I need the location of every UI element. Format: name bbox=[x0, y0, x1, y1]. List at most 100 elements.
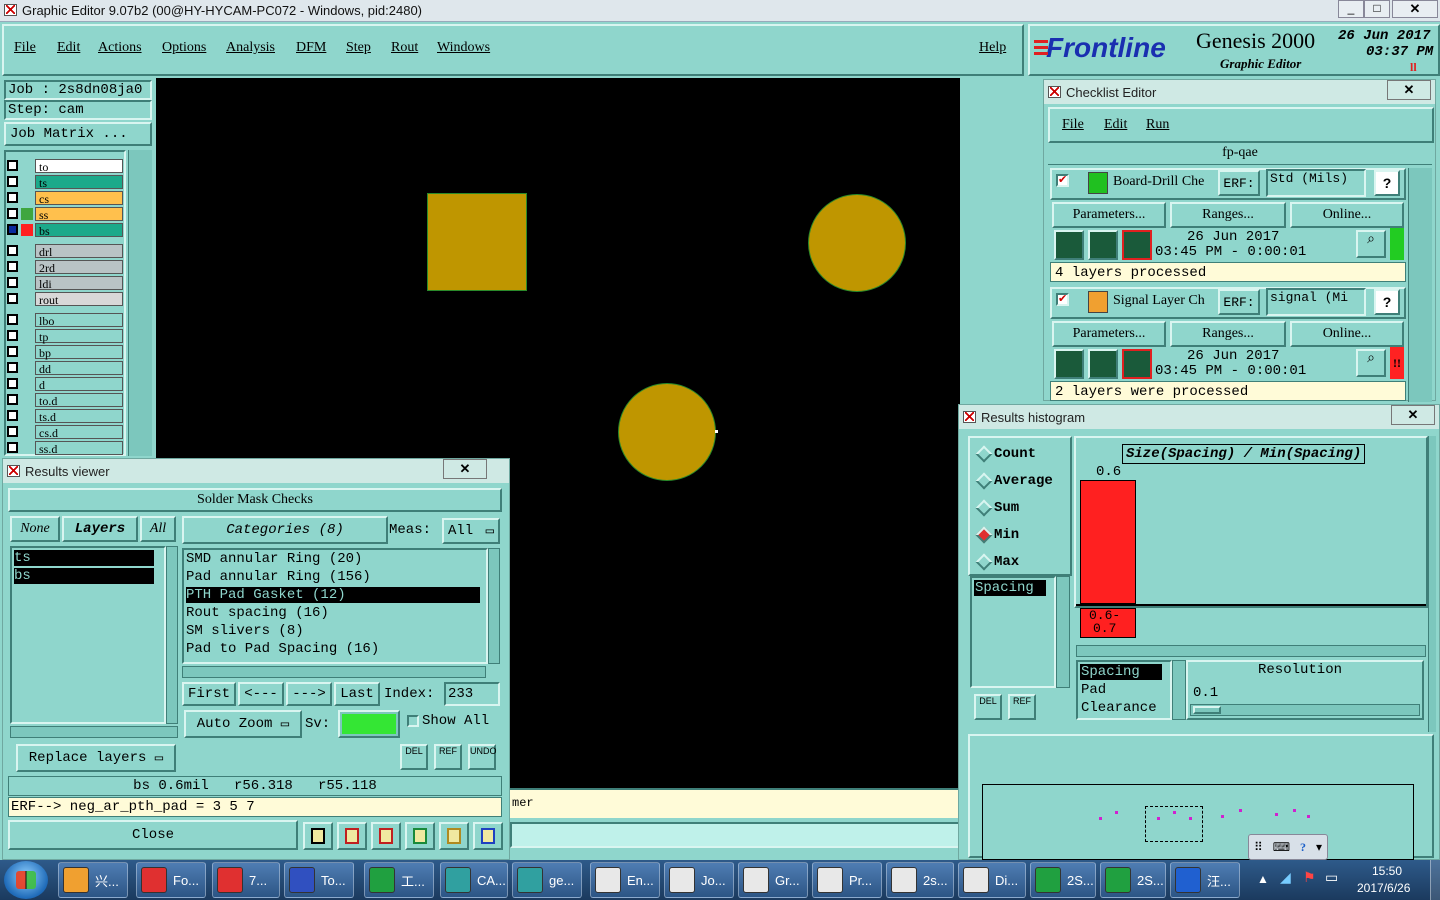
rv-tool-4-icon[interactable] bbox=[405, 822, 435, 850]
rv-show-all-box[interactable] bbox=[407, 715, 419, 727]
rv-category-item[interactable]: SMD annular Ring (20) bbox=[186, 551, 480, 567]
mode-label-average[interactable]: Average bbox=[994, 473, 1053, 489]
menu-analysis[interactable]: Analysis bbox=[226, 40, 275, 56]
rv-none-button[interactable]: None bbox=[10, 516, 60, 542]
histogram-preview[interactable] bbox=[982, 784, 1414, 860]
menu-file[interactable]: File bbox=[14, 40, 36, 56]
menu-rout[interactable]: Rout bbox=[391, 40, 418, 56]
menu-step[interactable]: Step bbox=[346, 40, 371, 56]
close-button[interactable]: ✕ bbox=[1392, 0, 1438, 18]
resolution-slider-thumb[interactable] bbox=[1193, 706, 1221, 714]
checklist-erf-button[interactable]: ERF: bbox=[1218, 170, 1260, 196]
rv-layer-list-hscroll[interactable] bbox=[10, 726, 178, 738]
layer-row-bs[interactable]: bs bbox=[7, 222, 123, 238]
menu-options[interactable]: Options bbox=[162, 40, 206, 56]
layer-row-to[interactable]: to bbox=[7, 158, 123, 174]
layer-checkbox[interactable] bbox=[7, 160, 18, 171]
histogram-list2-item[interactable]: Spacing bbox=[1080, 664, 1162, 680]
histogram-list1-item[interactable]: Spacing bbox=[974, 580, 1046, 596]
taskbar-item[interactable]: Jo... bbox=[664, 862, 734, 898]
taskbar-item[interactable]: 汪... bbox=[1170, 862, 1240, 898]
command-bar[interactable] bbox=[510, 822, 960, 848]
checklist-ranges-button[interactable]: Ranges... bbox=[1170, 202, 1286, 228]
tray-arrow-icon[interactable]: ▲ bbox=[1257, 872, 1269, 887]
resolution-slider[interactable] bbox=[1190, 704, 1420, 716]
zoom-results-icon[interactable]: ⌕ bbox=[1356, 230, 1386, 258]
mode-label-max[interactable]: Max bbox=[994, 554, 1019, 570]
menu-actions[interactable]: Actions bbox=[98, 40, 142, 56]
layer-checkbox[interactable] bbox=[7, 293, 18, 304]
rv-tool-5-icon[interactable] bbox=[439, 822, 469, 850]
rv-category-item[interactable]: Pad to Pad Spacing (16) bbox=[186, 641, 480, 657]
checklist-help-button[interactable]: ? bbox=[1374, 170, 1400, 196]
rv-tool-3-icon[interactable] bbox=[371, 822, 401, 850]
layer-checkbox[interactable] bbox=[7, 208, 18, 219]
keyboard-icon[interactable]: ⌨ bbox=[1273, 840, 1290, 855]
layer-checkbox[interactable] bbox=[7, 245, 18, 256]
mode-label-count[interactable]: Count bbox=[994, 446, 1036, 462]
rv-layer-list-vscroll[interactable] bbox=[166, 546, 178, 724]
run-icon[interactable] bbox=[1054, 349, 1084, 379]
rv-tool-2-icon[interactable] bbox=[337, 822, 367, 850]
rv-layer-item[interactable]: bs bbox=[14, 568, 154, 584]
rv-undo-button[interactable]: UNDO bbox=[468, 744, 497, 770]
layer-checkbox[interactable] bbox=[7, 261, 18, 272]
layer-list-scrollbar[interactable] bbox=[128, 150, 152, 456]
layer-row-bp[interactable]: bp bbox=[7, 344, 123, 360]
checklist-params-button[interactable]: Parameters... bbox=[1052, 321, 1166, 347]
menu-help[interactable]: Help bbox=[979, 40, 1006, 56]
checklist-online-button[interactable]: Online... bbox=[1290, 321, 1404, 347]
layer-row-dd[interactable]: dd bbox=[7, 360, 123, 376]
histogram-bar[interactable] bbox=[1080, 480, 1136, 604]
checklist-online-button[interactable]: Online... bbox=[1290, 202, 1404, 228]
checklist-menu-file[interactable]: File bbox=[1062, 117, 1084, 133]
start-button[interactable] bbox=[4, 861, 48, 899]
rv-category-vscroll[interactable] bbox=[488, 548, 500, 664]
rv-tool-1-icon[interactable] bbox=[303, 822, 333, 850]
rv-replace-layers-dropdown[interactable]: Replace layers ▭ bbox=[16, 744, 176, 772]
results-viewer-close-x[interactable]: ✕ bbox=[443, 459, 487, 479]
histogram-hscrollbar[interactable] bbox=[1076, 645, 1426, 657]
taskbar-item[interactable]: Pr... bbox=[812, 862, 882, 898]
layer-row-rout[interactable]: rout bbox=[7, 291, 123, 307]
layer-checkbox[interactable] bbox=[7, 362, 18, 373]
taskbar-item[interactable]: Fo... bbox=[136, 862, 206, 898]
checklist-item-label[interactable]: Signal Layer Ch bbox=[1113, 293, 1217, 309]
rv-last-button[interactable]: Last bbox=[334, 682, 380, 706]
rv-ref-button[interactable]: REF bbox=[434, 744, 462, 770]
layer-row-2rd[interactable]: 2rd bbox=[7, 259, 123, 275]
histogram-del-button[interactable]: DEL bbox=[974, 694, 1002, 720]
zoom-results-icon[interactable]: ⌕ bbox=[1356, 349, 1386, 377]
layer-row-cs[interactable]: cs bbox=[7, 190, 123, 206]
menu-windows[interactable]: Windows bbox=[437, 40, 490, 56]
layer-checkbox[interactable] bbox=[7, 394, 18, 405]
checklist-item-label[interactable]: Board-Drill Che bbox=[1113, 174, 1217, 190]
rv-all-button[interactable]: All bbox=[140, 516, 176, 542]
layer-row-tp[interactable]: tp bbox=[7, 328, 123, 344]
layer-checkbox[interactable] bbox=[7, 277, 18, 288]
rv-close-button[interactable]: Close bbox=[8, 820, 298, 850]
monitor-icon[interactable]: ▭ bbox=[1325, 870, 1338, 887]
histogram-list2-item[interactable]: Clearance bbox=[1080, 700, 1162, 716]
histogram-ref-button[interactable]: REF bbox=[1008, 694, 1036, 720]
taskbar-item[interactable]: 2S... bbox=[1100, 862, 1166, 898]
layer-checkbox[interactable] bbox=[7, 192, 18, 203]
run-icon[interactable] bbox=[1054, 230, 1084, 260]
layer-row-drl[interactable]: drl bbox=[7, 243, 123, 259]
clock-date[interactable]: 2017/6/26 bbox=[1357, 881, 1410, 895]
taskbar-item[interactable]: CA... bbox=[440, 862, 508, 898]
layer-row-to.d[interactable]: to.d bbox=[7, 392, 123, 408]
layer-checkbox[interactable] bbox=[7, 378, 18, 389]
rv-meas-dropdown[interactable]: All ▭ bbox=[442, 518, 500, 544]
rv-index-input[interactable]: 233 bbox=[444, 682, 500, 706]
layer-row-lbo[interactable]: lbo bbox=[7, 312, 123, 328]
mode-label-sum[interactable]: Sum bbox=[994, 500, 1019, 516]
layer-row-ss.d[interactable]: ss.d bbox=[7, 440, 123, 456]
rv-layers-button[interactable]: Layers bbox=[62, 516, 138, 542]
rv-category-item[interactable]: PTH Pad Gasket (12) bbox=[186, 587, 480, 603]
layer-checkbox[interactable] bbox=[7, 224, 18, 235]
layer-checkbox[interactable] bbox=[7, 410, 18, 421]
taskbar-item[interactable]: 工... bbox=[364, 862, 434, 898]
checklist-erf-button[interactable]: ERF: bbox=[1218, 289, 1260, 315]
rv-del-button[interactable]: DEL bbox=[400, 744, 428, 770]
